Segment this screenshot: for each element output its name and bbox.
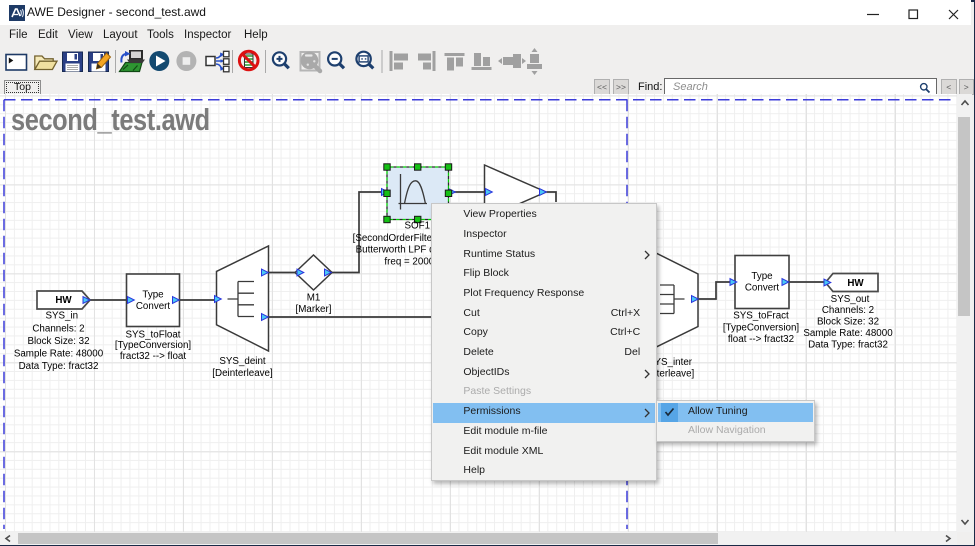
svg-text:Type: Type xyxy=(142,290,164,301)
svg-text:fract32 --> float: fract32 --> float xyxy=(120,351,186,362)
svg-text:Convert: Convert xyxy=(136,301,171,312)
svg-text:[TypeConversion]: [TypeConversion] xyxy=(723,323,800,334)
svg-text:SYS_toFract: SYS_toFract xyxy=(733,311,789,322)
svg-text:Type: Type xyxy=(751,271,773,282)
svg-text:SYS_toFloat: SYS_toFloat xyxy=(125,329,180,340)
svg-text:Channels: 2: Channels: 2 xyxy=(32,323,84,334)
svg-text:Sample Rate: 48000: Sample Rate: 48000 xyxy=(14,348,104,359)
svg-text:SOF1: SOF1 xyxy=(405,221,431,232)
svg-text:Block Size: 32: Block Size: 32 xyxy=(27,336,89,347)
svg-text:[Marker]: [Marker] xyxy=(296,304,332,315)
svg-text:[Deinterleave]: [Deinterleave] xyxy=(212,368,273,379)
svg-text:HW: HW xyxy=(847,278,864,289)
svg-text:float --> fract32: float --> fract32 xyxy=(728,334,794,345)
svg-text:Data Type: fract32: Data Type: fract32 xyxy=(808,340,888,351)
svg-text:Data Type: fract32: Data Type: fract32 xyxy=(19,361,99,372)
svg-text:M1: M1 xyxy=(307,292,321,303)
svg-text:SYS_deint: SYS_deint xyxy=(219,356,266,367)
svg-text:Channels: 2: Channels: 2 xyxy=(822,305,874,316)
svg-text:Convert: Convert xyxy=(745,282,780,293)
svg-text:SYS_out: SYS_out xyxy=(831,294,870,305)
svg-text:HW: HW xyxy=(55,295,72,306)
svg-text:[TypeConversion]: [TypeConversion] xyxy=(115,340,192,351)
svg-text:SYS_in: SYS_in xyxy=(45,311,78,322)
svg-text:Sample Rate: 48000: Sample Rate: 48000 xyxy=(803,328,893,339)
svg-text:Block Size: 32: Block Size: 32 xyxy=(817,317,879,328)
